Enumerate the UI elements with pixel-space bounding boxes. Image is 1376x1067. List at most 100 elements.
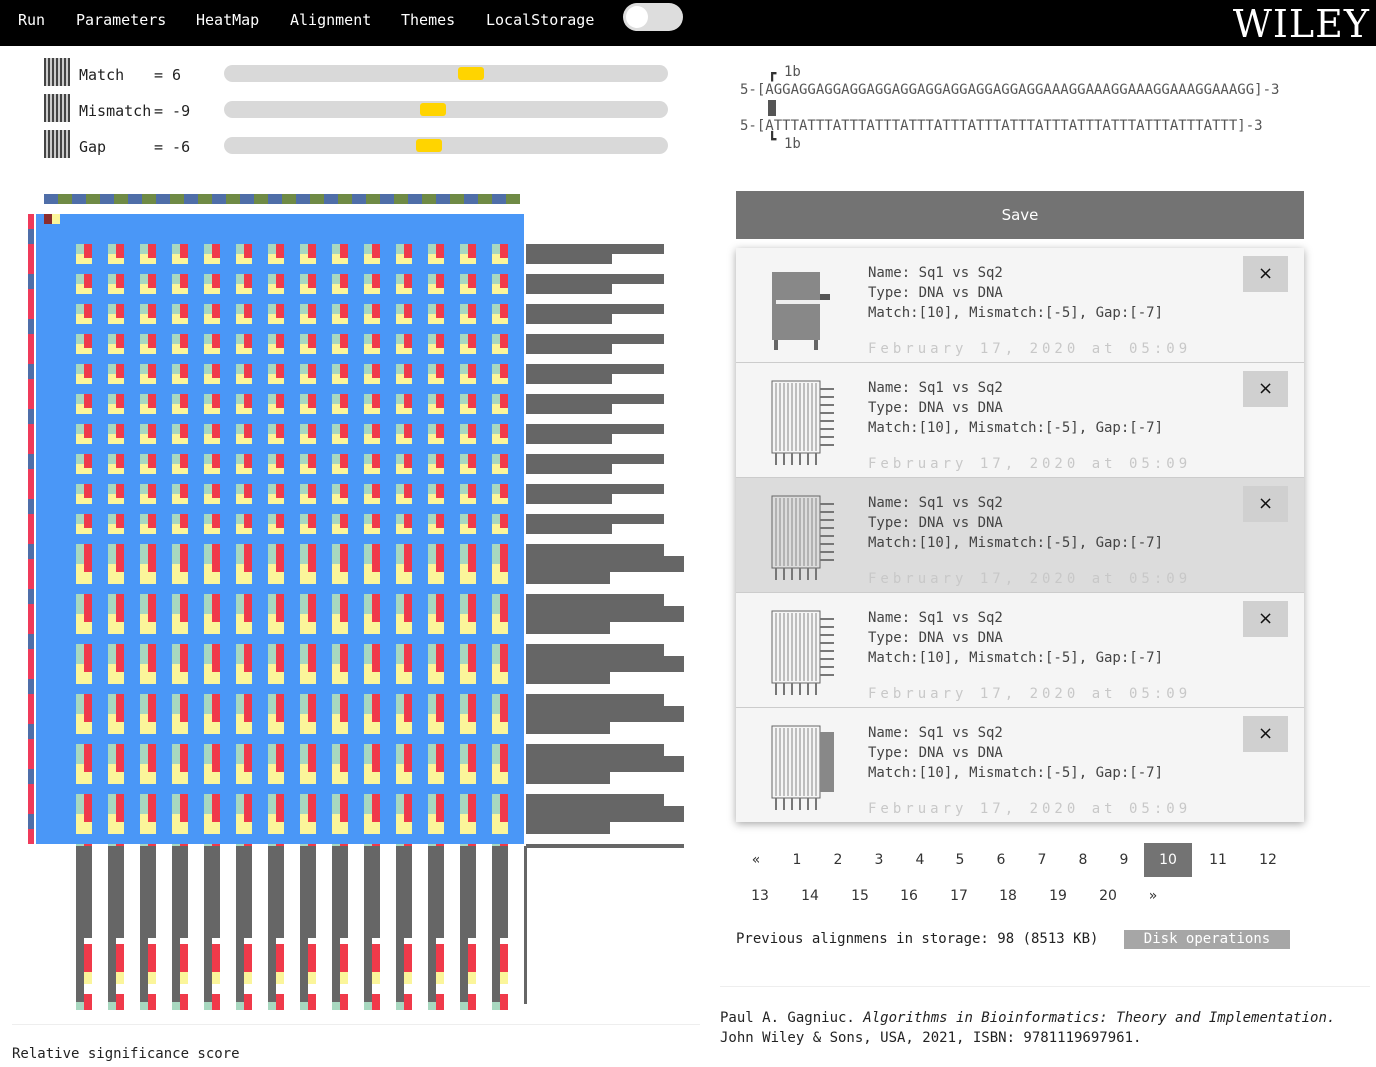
cell-match — [500, 594, 508, 622]
nav-heatmap[interactable]: HeatMap — [196, 11, 259, 29]
column-score-bar — [108, 846, 124, 938]
page-15[interactable]: 15 — [846, 888, 874, 904]
nav-themes[interactable]: Themes — [401, 11, 455, 29]
cell-light — [108, 374, 116, 384]
cell-teal — [204, 484, 212, 494]
theme-toggle[interactable] — [623, 3, 683, 31]
page-14[interactable]: 14 — [796, 888, 824, 904]
page-prev[interactable]: « — [742, 852, 770, 868]
nav-localstorage[interactable]: LocalStorage — [486, 11, 594, 29]
nav-parameters[interactable]: Parameters — [76, 11, 166, 29]
cell-match — [180, 244, 188, 258]
page-1[interactable]: 1 — [783, 852, 811, 868]
page-16[interactable]: 16 — [895, 888, 923, 904]
cell-match — [468, 304, 476, 318]
cell-light — [212, 622, 220, 634]
cell-match — [340, 514, 348, 528]
page-9[interactable]: 9 — [1110, 852, 1138, 868]
cell-teal — [204, 274, 212, 284]
page-next[interactable]: » — [1139, 888, 1167, 904]
cell-teal — [236, 454, 244, 464]
cell-teal — [268, 304, 276, 314]
delete-button[interactable]: × — [1243, 371, 1288, 407]
left-sequence-cell — [28, 244, 34, 259]
cell-light — [212, 672, 220, 684]
cell-light — [268, 614, 276, 634]
saved-entry[interactable]: Name: Sq1 vs Sq2 Type: DNA vs DNA Match:… — [736, 593, 1304, 708]
delete-button[interactable]: × — [1243, 486, 1288, 522]
cell-match — [148, 304, 156, 318]
page-5[interactable]: 5 — [946, 852, 974, 868]
save-button[interactable]: Save — [736, 191, 1304, 239]
cell-light — [180, 288, 188, 294]
row-score-bar — [526, 284, 612, 294]
cell-match — [468, 484, 476, 498]
page-8[interactable]: 8 — [1069, 852, 1097, 868]
cell-match — [340, 694, 348, 722]
page-7[interactable]: 7 — [1028, 852, 1056, 868]
page-20[interactable]: 20 — [1094, 888, 1122, 904]
page-17[interactable]: 17 — [945, 888, 973, 904]
page-11[interactable]: 11 — [1204, 852, 1232, 868]
cell-teal — [300, 394, 308, 404]
cell-teal — [332, 694, 340, 714]
match-slider[interactable] — [224, 65, 668, 82]
cell-light — [332, 614, 340, 634]
cell-light — [364, 284, 372, 294]
cell-teal — [460, 274, 468, 284]
cell-light — [492, 314, 500, 324]
cell-match — [404, 364, 412, 378]
cell-light — [428, 344, 436, 354]
page-2[interactable]: 2 — [824, 852, 852, 868]
page-10[interactable]: 10 — [1144, 843, 1192, 877]
mismatch-label: Mismatch — [79, 102, 152, 120]
page-4[interactable]: 4 — [906, 852, 934, 868]
match-slider-knob[interactable] — [458, 67, 484, 80]
cell-light — [396, 524, 404, 534]
saved-entry[interactable]: Name: Sq1 vs Sq2 Type: DNA vs DNA Match:… — [736, 708, 1304, 822]
page-3[interactable]: 3 — [865, 852, 893, 868]
page-13[interactable]: 13 — [746, 888, 774, 904]
gap-slider-knob[interactable] — [416, 139, 442, 152]
top-sequence-cell — [492, 194, 506, 204]
saved-entry[interactable]: Name: Sq1 vs Sq2 Type: DNA vs DNA Match:… — [736, 248, 1304, 363]
cell-match — [340, 994, 348, 1010]
cell-match — [180, 944, 188, 972]
disk-operations-button[interactable]: Disk operations — [1124, 930, 1290, 949]
saved-entry[interactable]: Name: Sq1 vs Sq2 Type: DNA vs DNA Match:… — [736, 363, 1304, 478]
mismatch-slider[interactable] — [224, 101, 668, 118]
delete-button[interactable]: × — [1243, 601, 1288, 637]
cell-light — [308, 318, 316, 324]
cell-light — [108, 664, 116, 684]
cell-teal — [396, 514, 404, 524]
gap-slider[interactable] — [224, 137, 668, 154]
delete-button[interactable]: × — [1243, 716, 1288, 752]
page-18[interactable]: 18 — [994, 888, 1022, 904]
cell-match — [276, 364, 284, 378]
saved-entry[interactable]: Name: Sq1 vs Sq2 Type: DNA vs DNA Match:… — [736, 478, 1304, 593]
cell-match — [436, 994, 444, 1010]
cell-light — [500, 772, 508, 784]
cell-teal — [236, 484, 244, 494]
nav-run[interactable]: Run — [18, 11, 45, 29]
cell-match — [84, 394, 92, 408]
cell-light — [276, 378, 284, 384]
cell-match — [244, 394, 252, 408]
cell-light — [268, 664, 276, 684]
mismatch-slider-knob[interactable] — [420, 103, 446, 116]
cell-light — [460, 434, 468, 444]
cell-light — [436, 348, 444, 354]
left-sequence-cell — [28, 514, 34, 529]
page-12[interactable]: 12 — [1254, 852, 1282, 868]
cell-light — [492, 374, 500, 384]
top-sequence-cell — [184, 194, 198, 204]
nav-alignment[interactable]: Alignment — [290, 11, 371, 29]
wiley-logo: WILEY — [1232, 2, 1370, 46]
cell-teal — [396, 304, 404, 314]
delete-button[interactable]: × — [1243, 256, 1288, 292]
page-6[interactable]: 6 — [987, 852, 1015, 868]
page-19[interactable]: 19 — [1044, 888, 1072, 904]
cell-light — [364, 714, 372, 734]
cell-light — [116, 498, 124, 504]
top-sequence-cell — [128, 194, 142, 204]
